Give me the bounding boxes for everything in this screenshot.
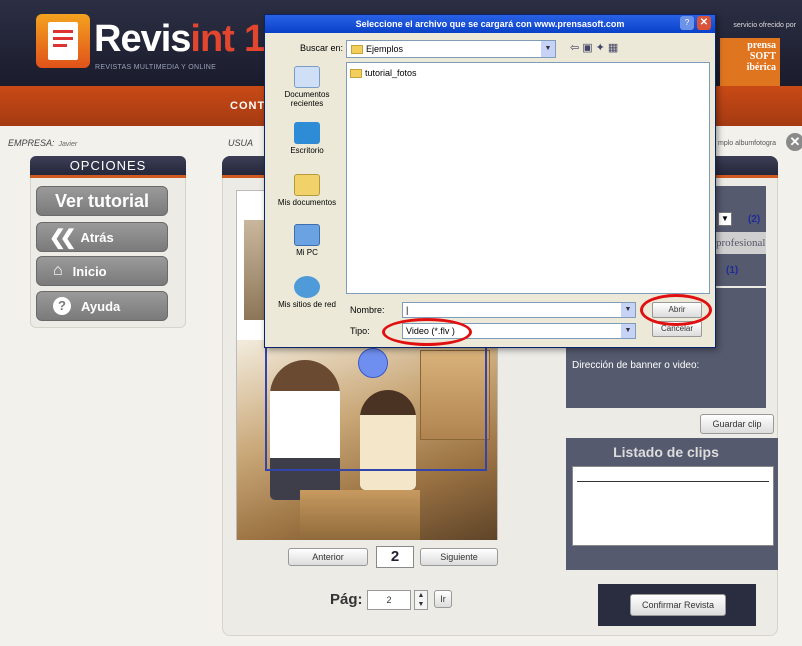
network-icon xyxy=(294,276,320,298)
service-text: servicio ofrecido por xyxy=(733,22,796,29)
siguiente-button[interactable]: Siguiente xyxy=(420,548,498,566)
double-chevron-left-icon: ❮❮ xyxy=(49,226,76,249)
buscar-label: Buscar en: xyxy=(300,43,344,53)
annotation-circle-tipo xyxy=(382,318,472,346)
ayuda-label: Ayuda xyxy=(81,298,121,314)
buscar-en-select[interactable]: Ejemplos ▼ xyxy=(346,40,556,58)
home-icon: ⌂ xyxy=(53,262,63,279)
place-desktop[interactable]: Escritorio xyxy=(270,122,344,155)
page-input[interactable]: 2 xyxy=(367,590,411,610)
help-icon: ? xyxy=(53,297,71,315)
computer-icon xyxy=(294,224,320,246)
count-badge: (1) xyxy=(726,265,739,276)
brand-number: 1 xyxy=(244,18,266,60)
brand-tagline: REVISTAS MULTIMEDIA Y ONLINE xyxy=(95,64,217,71)
nombre-input[interactable]: | ▼ xyxy=(402,302,636,318)
photo-box xyxy=(300,490,420,540)
up-folder-icon[interactable]: ▣ xyxy=(582,42,595,54)
chevron-down-icon: ▼ xyxy=(621,303,635,317)
desktop-icon xyxy=(294,122,320,144)
nav-item-contents[interactable]: CONT xyxy=(230,100,265,112)
close-icon[interactable]: ✕ xyxy=(786,133,802,151)
dialog-toolbar[interactable]: ⇦▣✦▦ xyxy=(570,41,650,57)
current-page-number: 2 xyxy=(376,546,414,568)
back-icon[interactable]: ⇦ xyxy=(570,42,582,54)
chevron-down-icon[interactable]: ▼ xyxy=(718,212,732,226)
file-list-item[interactable]: tutorial_fotos xyxy=(350,68,417,79)
pag-label: Pág: xyxy=(330,591,363,608)
confirmar-revista-button[interactable]: Confirmar Revista xyxy=(630,594,726,616)
place-my-pc[interactable]: Mi PC xyxy=(270,224,344,257)
dialog-title: Seleccione el archivo que se cargará con… xyxy=(265,15,715,33)
place-my-documents[interactable]: Mis documentos xyxy=(270,174,344,207)
chevron-down-icon: ▼ xyxy=(541,41,555,57)
album-name: mplo albumfotogra xyxy=(718,140,776,147)
recent-documents-icon xyxy=(294,66,320,88)
inicio-button[interactable]: ⌂ Inicio xyxy=(36,256,168,286)
tipo-label: Tipo: xyxy=(350,326,370,336)
ver-tutorial-button[interactable]: Ver tutorial xyxy=(36,186,168,216)
usuario-label: USUA xyxy=(228,138,254,148)
plan-option[interactable]: profesional xyxy=(714,232,766,254)
chevron-down-icon: ▼ xyxy=(621,324,635,338)
folder-icon xyxy=(351,45,363,55)
revisint-logo-icon xyxy=(36,14,90,68)
folder-icon xyxy=(350,69,362,79)
place-network[interactable]: Mis sitios de red xyxy=(270,276,344,309)
anterior-button[interactable]: Anterior xyxy=(288,548,368,566)
help-icon[interactable]: ? xyxy=(680,16,694,30)
clips-title: Listado de clips xyxy=(613,444,719,460)
place-recent[interactable]: Documentos recientes xyxy=(270,66,344,108)
go-button[interactable]: Ir xyxy=(434,590,452,608)
atras-label: Atrás xyxy=(80,229,114,245)
brand-title: Revisint xyxy=(94,18,235,60)
guardar-clip-button[interactable]: Guardar clip xyxy=(700,414,774,434)
close-icon[interactable]: ✕ xyxy=(697,16,711,30)
atras-button[interactable]: ❮❮ Atrás xyxy=(36,222,168,252)
prensasoft-logo: prensa SOFT ibérica xyxy=(720,38,780,86)
new-folder-icon[interactable]: ✦ xyxy=(596,42,608,54)
annotation-circle-abrir xyxy=(640,294,712,326)
file-list[interactable] xyxy=(346,62,710,294)
clip-marker-dot[interactable] xyxy=(358,348,388,378)
page-spinner[interactable]: ▲ ▼ xyxy=(414,590,428,610)
inicio-label: Inicio xyxy=(72,263,107,279)
my-documents-icon xyxy=(294,174,320,196)
clips-list[interactable] xyxy=(572,466,774,546)
ayuda-button[interactable]: ? Ayuda xyxy=(36,291,168,321)
banner-address-label: Dirección de banner o video: xyxy=(572,360,700,371)
view-menu-icon[interactable]: ▦ xyxy=(608,42,621,54)
count-badge: (2) xyxy=(748,214,761,225)
empresa-info: EMPRESA: Javier xyxy=(8,138,78,148)
nombre-label: Nombre: xyxy=(350,305,385,315)
places-bar: Documentos recientes Escritorio Mis docu… xyxy=(270,60,344,340)
options-title: OPCIONES xyxy=(30,156,186,178)
